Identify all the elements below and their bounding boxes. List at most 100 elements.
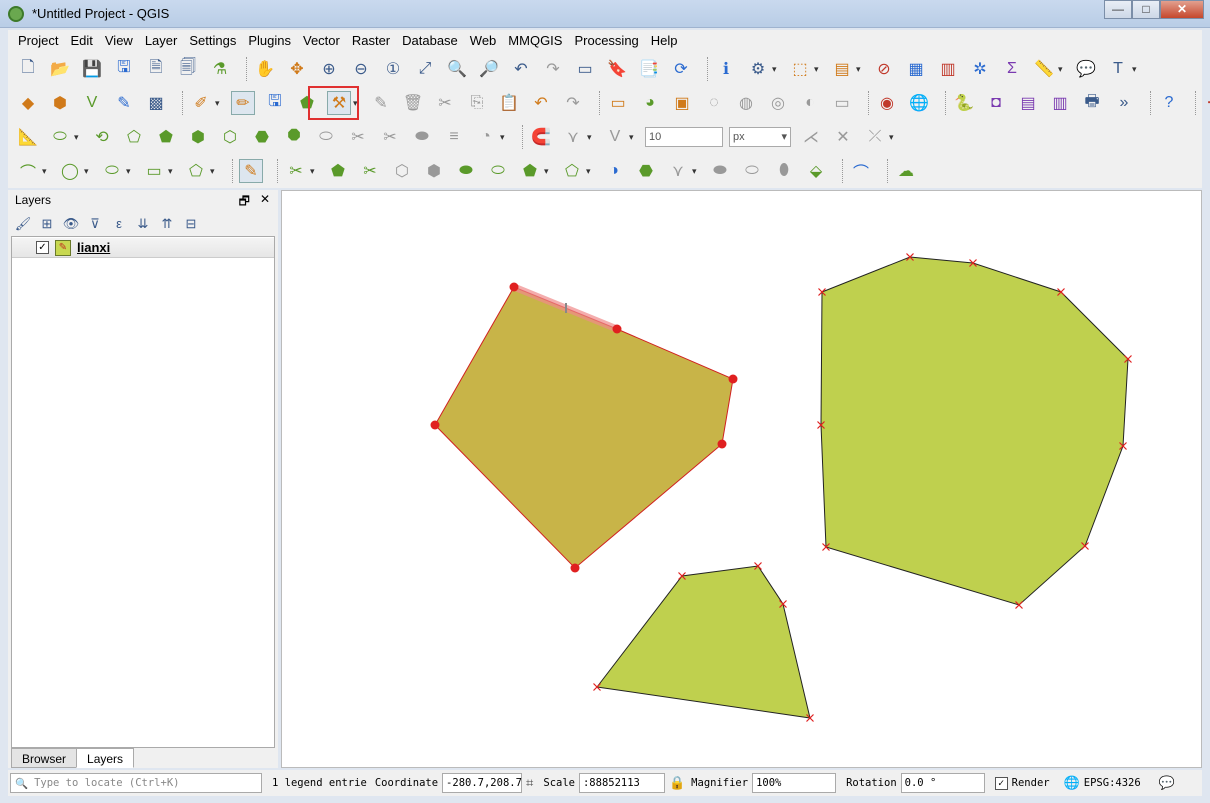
save-edits-icon[interactable]: 🖫 [263, 91, 287, 115]
menu-web[interactable]: Web [464, 30, 503, 52]
chevron-down-icon[interactable]: ▾ [168, 166, 178, 177]
avoid-overlap-icon[interactable]: ⤫ [863, 125, 887, 149]
label-toolbar-icon[interactable]: ▭ [606, 91, 630, 115]
vertex-marker[interactable] [570, 563, 580, 573]
layer-row-lianxi[interactable]: ✓ ✎ lianxi [12, 238, 274, 258]
toggle-extents-icon[interactable]: ⌗ [526, 776, 533, 791]
attribute-table-icon[interactable]: ▦ [904, 57, 928, 81]
zoom-out-icon[interactable]: ⊖ [349, 57, 373, 81]
delete-selected-icon[interactable]: 🗑 [401, 91, 425, 115]
add-raster-layer-icon[interactable]: ✎ [112, 91, 136, 115]
measure-icon[interactable]: 📏 [1032, 57, 1056, 81]
filter-expression-icon[interactable]: ε [110, 216, 128, 234]
pin-labels-icon[interactable]: ◌ [702, 91, 726, 115]
shape-f-icon[interactable]: ⬮ [772, 159, 796, 183]
polygon-difference-icon[interactable]: ⬣ [634, 159, 658, 183]
zoom-next-icon[interactable]: ↷ [541, 57, 565, 81]
chevron-down-icon[interactable]: ▾ [586, 166, 596, 177]
remove-layer-icon[interactable]: ⊟ [182, 216, 200, 234]
layer-visibility-checkbox[interactable]: ✓ [36, 241, 49, 254]
vertex-marker[interactable] [728, 374, 738, 384]
render-checkbox[interactable]: ✓ [994, 776, 1008, 790]
chevron-down-icon[interactable]: ▾ [126, 166, 136, 177]
georeferencer-icon[interactable]: 📐 [16, 125, 40, 149]
move-label-icon[interactable]: ◎ [766, 91, 790, 115]
crosshair-icon[interactable]: ✛ [1202, 91, 1210, 115]
polygon-large[interactable] [820, 256, 1129, 606]
maximize-button[interactable]: □ [1132, 0, 1160, 19]
rotate-shape-icon[interactable]: ⬙ [804, 159, 828, 183]
chevron-down-icon[interactable]: ▾ [310, 166, 320, 177]
select-features-icon[interactable]: ⬚ [788, 57, 812, 81]
deselect-all-icon[interactable]: ⊘ [872, 57, 896, 81]
tab-layers[interactable]: Layers [76, 748, 135, 768]
vertex-marker[interactable] [612, 324, 622, 334]
topological-editing-icon[interactable]: ⋌ [799, 125, 823, 149]
clip-polygon-icon[interactable]: ✂ [358, 159, 382, 183]
tab-browser[interactable]: Browser [11, 748, 78, 768]
paste-features-icon[interactable]: 📋 [497, 91, 521, 115]
zoom-to-layer-icon[interactable]: 🔎 [477, 57, 501, 81]
snap-mode-icon[interactable]: ⋎ [561, 125, 585, 149]
identify-icon[interactable]: ℹ [714, 57, 738, 81]
fill-gaps-icon[interactable]: ⬬ [454, 159, 478, 183]
manage-visibility-icon[interactable]: 👁 [62, 216, 80, 234]
delete-ring-icon[interactable]: ⬡ [218, 125, 242, 149]
split-features-icon[interactable]: ✂ [346, 125, 370, 149]
new-print-layout-icon[interactable]: 🗎 [144, 57, 168, 81]
filter-legend-icon[interactable]: ⊽ [86, 216, 104, 234]
bezier-curve-icon[interactable]: ⌒ [849, 159, 873, 183]
rotation-field[interactable]: 0.0 ° [900, 773, 985, 793]
chevron-down-icon[interactable]: ▾ [772, 64, 782, 75]
add-rectangle-icon[interactable]: ▭ [142, 159, 166, 183]
menu-vector[interactable]: Vector [297, 30, 346, 52]
cut-features-icon[interactable]: ✂ [433, 91, 457, 115]
menu-raster[interactable]: Raster [346, 30, 396, 52]
menu-mmqgis[interactable]: MMQGIS [502, 30, 568, 52]
buffer-polygon-icon[interactable]: ⬟ [518, 159, 542, 183]
layer-styling-icon[interactable]: 🖌 [14, 216, 32, 234]
snapping-magnet-icon[interactable]: 🧲 [529, 125, 553, 149]
split-polygon-icon[interactable]: ⬟ [326, 159, 350, 183]
chevron-down-icon[interactable]: ▾ [544, 166, 554, 177]
add-circle-icon[interactable]: ◯ [58, 159, 82, 183]
add-circular-string-icon[interactable]: ⌒ [16, 159, 40, 183]
new-project-icon[interactable]: 🗋 [16, 57, 40, 81]
open-project-icon[interactable]: 📂 [48, 57, 72, 81]
new-map-view-icon[interactable]: ▭ [573, 57, 597, 81]
style-manager-icon[interactable]: ⚗ [208, 57, 232, 81]
menu-edit[interactable]: Edit [64, 30, 98, 52]
scale-combo[interactable]: :88852113 [578, 773, 665, 793]
undo-icon[interactable]: ↶ [529, 91, 553, 115]
polygon-copy-icon[interactable]: ⬢ [422, 159, 446, 183]
zoom-full-icon[interactable]: ⤢ [413, 57, 437, 81]
shape-j-icon[interactable]: ⬬ [708, 159, 732, 183]
help-icon[interactable]: ? [1157, 91, 1181, 115]
chevron-down-icon[interactable]: ▾ [1132, 64, 1142, 75]
cut-polygon-icon[interactable]: ✂ [284, 159, 308, 183]
split-parts-icon[interactable]: ✂ [378, 125, 402, 149]
diagram-options-icon[interactable]: ◕ [638, 91, 662, 115]
chevron-down-icon[interactable]: ▾ [1058, 64, 1068, 75]
show-bookmarks-icon[interactable]: 📑 [637, 57, 661, 81]
magnifier-field[interactable]: 100% [752, 773, 837, 793]
prev-inter-icon[interactable]: ▤ [1016, 91, 1040, 115]
erase-polygon-icon[interactable]: ⬡ [390, 159, 414, 183]
add-group-icon[interactable]: ⊞ [38, 216, 56, 234]
save-project-icon[interactable]: 💾 [80, 57, 104, 81]
chevron-down-icon[interactable]: ▾ [587, 132, 597, 143]
statistics-icon[interactable]: ▥ [936, 57, 960, 81]
collapse-all-icon[interactable]: ⇈ [158, 216, 176, 234]
modify-attributes-icon[interactable]: ✎ [369, 91, 393, 115]
dissolve-icon[interactable]: ⬭ [486, 159, 510, 183]
chevron-down-icon[interactable]: ▾ [856, 64, 866, 75]
chevron-down-icon[interactable]: ▾ [210, 166, 220, 177]
locator-input[interactable]: 🔍 Type to locate (Ctrl+K) [10, 773, 262, 793]
simplify-feature-icon[interactable]: ⬠ [122, 125, 146, 149]
add-regular-polygon-icon[interactable]: ⬠ [184, 159, 208, 183]
reshape-features-icon[interactable]: ⯃ [282, 125, 306, 149]
menu-layer[interactable]: Layer [139, 30, 184, 52]
polygon-union-icon[interactable]: ⬠ [560, 159, 584, 183]
expand-all-icon[interactable]: ⇊ [134, 216, 152, 234]
copy-features-icon[interactable]: ⎘ [465, 91, 489, 115]
